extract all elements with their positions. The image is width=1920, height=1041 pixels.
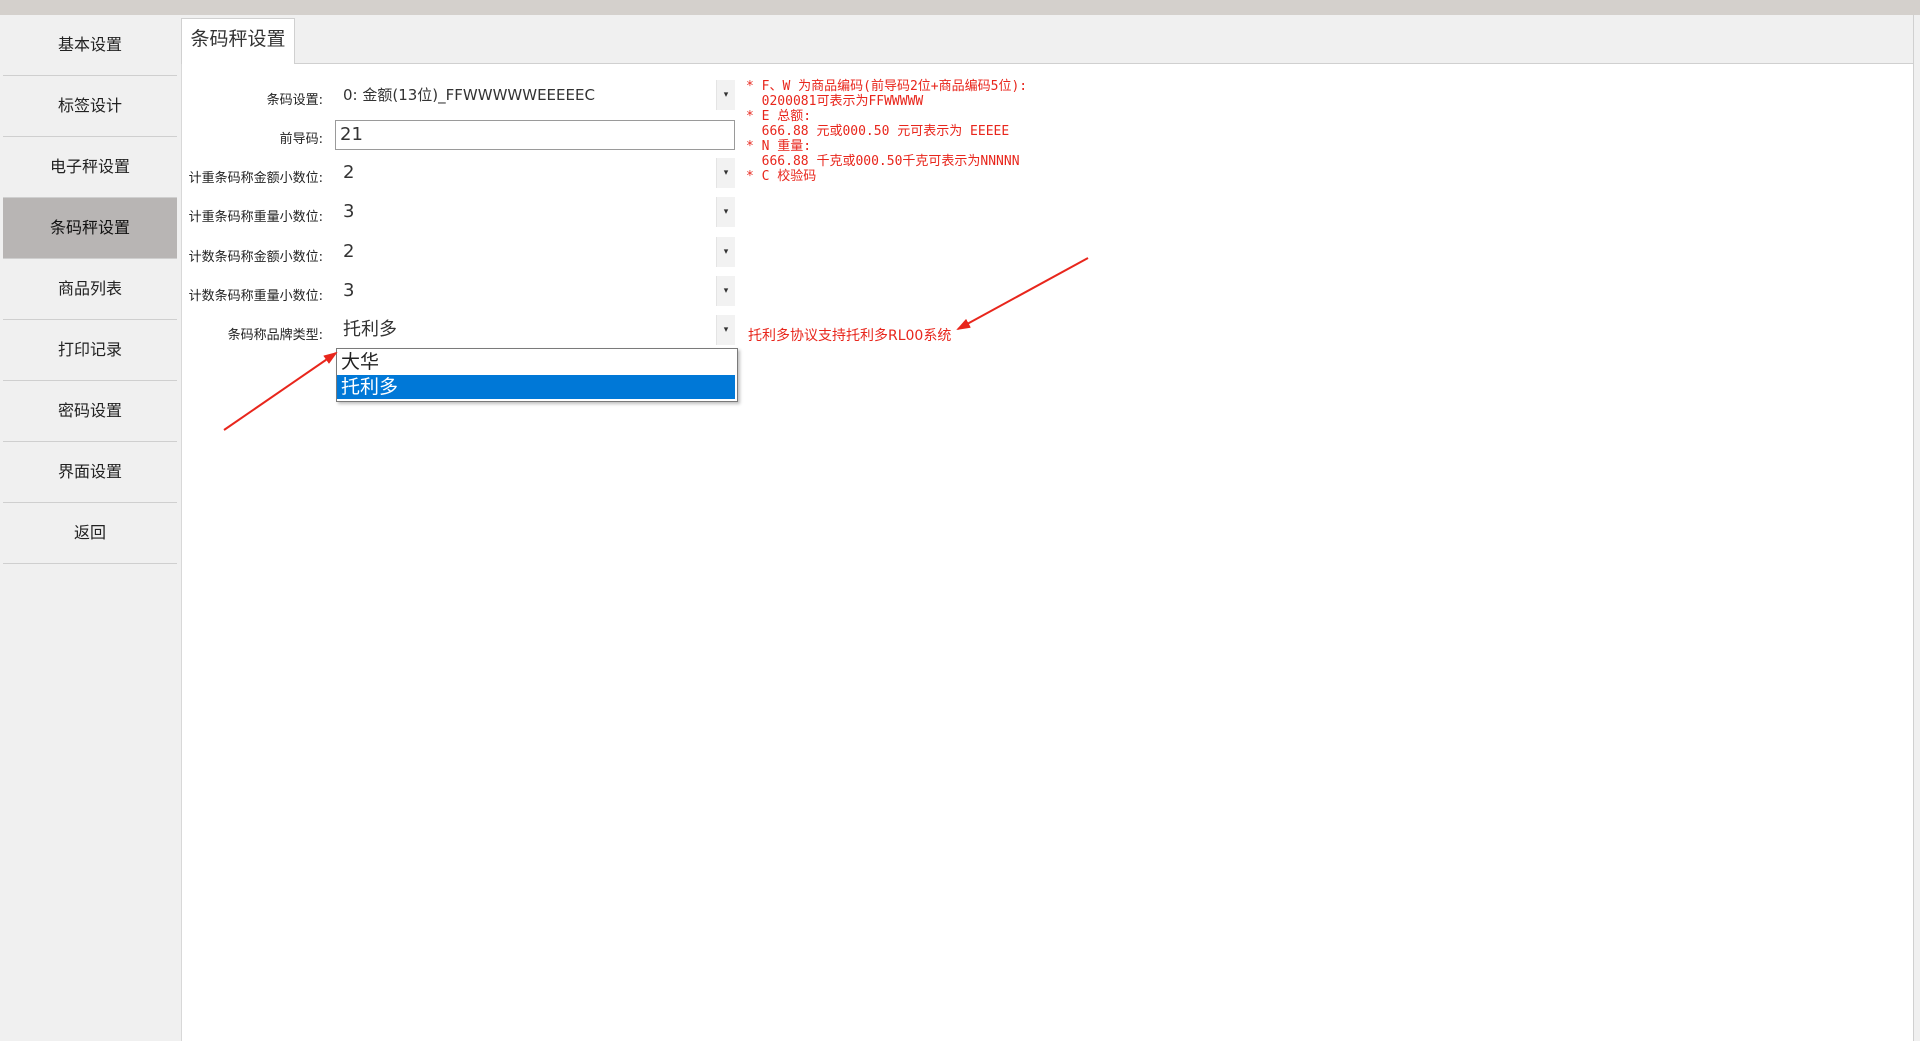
arrow-to-dropdown xyxy=(223,351,338,431)
arrow-to-brand-note xyxy=(956,257,1089,330)
annotation-arrows xyxy=(223,257,1089,431)
